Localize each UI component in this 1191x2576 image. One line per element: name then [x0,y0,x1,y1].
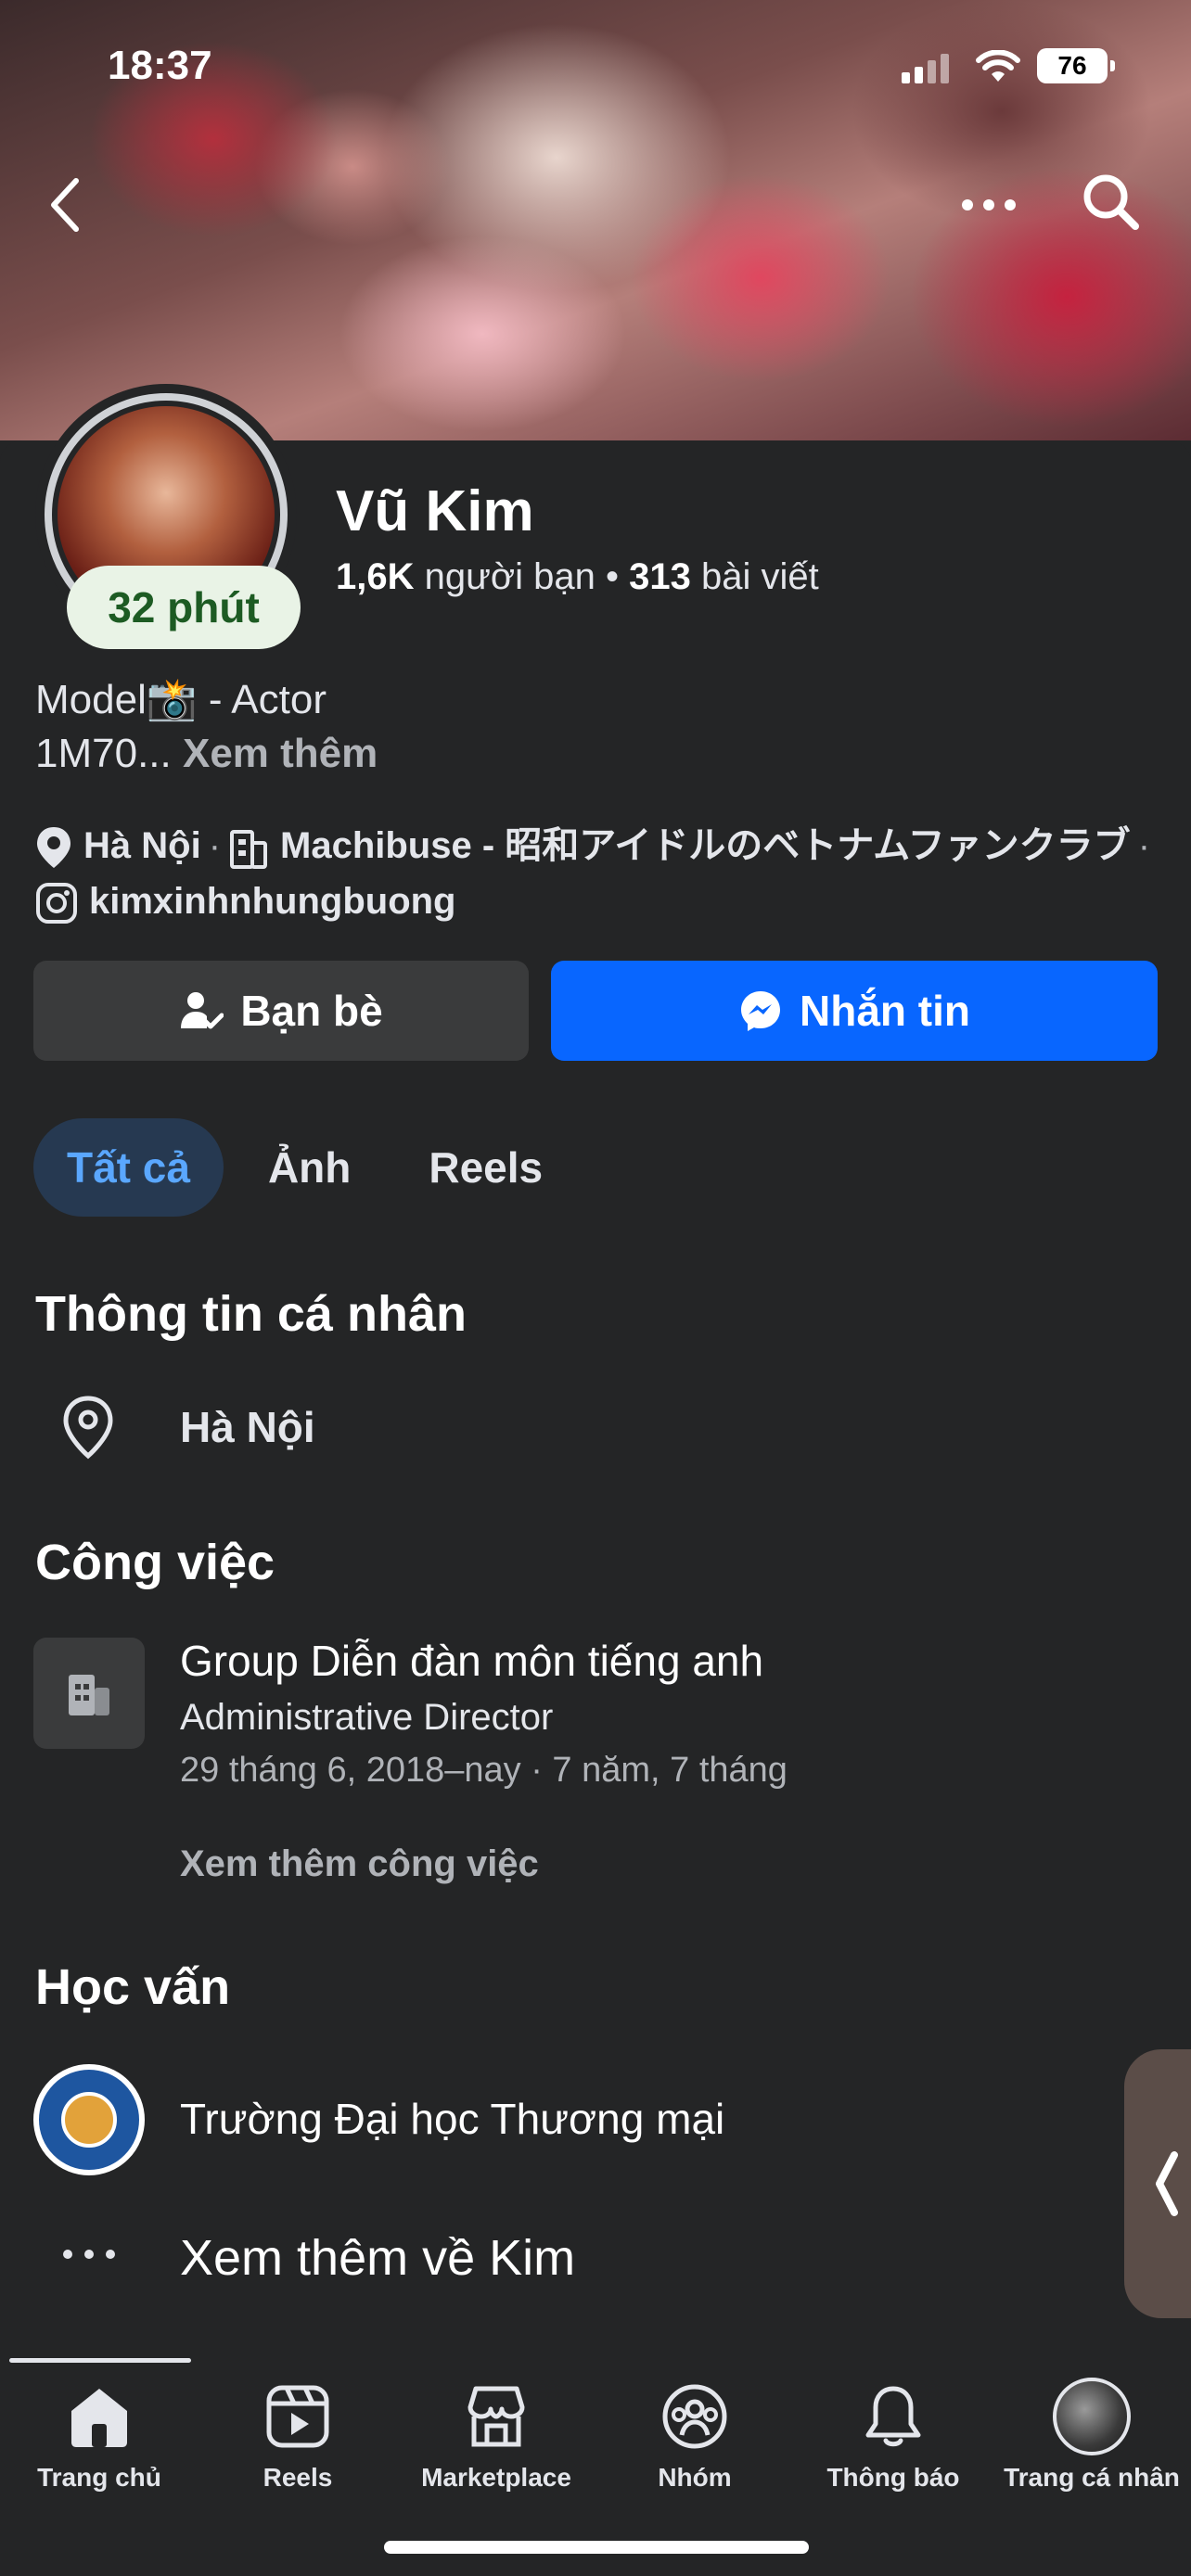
home-icon [71,2389,127,2447]
more-dots-icon [962,199,1016,210]
friends-count: 1,6K [336,556,415,597]
chevron-left-icon [51,178,79,232]
info-city[interactable]: Hà Nội [180,1402,315,1452]
groups-icon [662,2384,727,2449]
search-icon [1083,174,1139,230]
school-logo[interactable] [33,2064,145,2175]
bio-line-2: 1M70... [35,731,172,776]
work-dates: 29 tháng 6, 2018–nay · 7 năm, 7 tháng [180,1751,788,1790]
friend-check-icon [181,992,224,1029]
cellular-signal-icon [902,54,949,83]
work-role: Administrative Director [180,1697,554,1738]
home-indicator [384,2541,809,2554]
instagram-handle[interactable]: kimxinhnhungbuong [89,881,456,922]
more-options-button[interactable] [955,182,1022,228]
tab-all[interactable]: Tất cả [33,1118,224,1217]
tab-reels[interactable]: Reels [395,1118,576,1217]
bio-line-1: Model📸 - Actor [35,677,327,722]
profile-avatar [1053,2378,1131,2455]
messenger-icon [741,991,780,1031]
status-bar: 18:37 76 [0,0,1191,130]
back-button[interactable] [37,172,93,237]
bio-see-more-link[interactable]: Xem thêm [183,731,378,776]
personal-info-title: Thông tin cá nhân [35,1286,467,1342]
instagram-icon [36,883,77,925]
nav-reels[interactable]: Reels [198,2383,397,2493]
nav-groups-label: Nhóm [658,2463,732,2492]
story-time-badge[interactable]: 32 phút [67,566,301,649]
nav-notifications-label: Thông báo [826,2463,960,2492]
message-button[interactable]: Nhắn tin [551,961,1158,1061]
nav-home[interactable]: Trang chủ [0,2383,198,2493]
education-title: Học vấn [35,1959,231,2015]
posts-count: 313 [629,556,691,597]
more-dots-icon [63,2250,115,2259]
nav-reels-label: Reels [263,2463,333,2492]
reels-icon [266,2385,329,2448]
profile-name: Vũ Kim [336,479,534,543]
meta-separator: · [208,825,222,866]
nav-notifications[interactable]: Thông báo [794,2383,992,2493]
bell-icon [865,2386,921,2447]
building-icon [230,830,268,870]
profile-location[interactable]: Hà Nội [83,825,201,866]
profile-tabs: Tất cả Ảnh Reels [33,1118,576,1217]
nav-groups[interactable]: Nhóm [596,2383,794,2493]
nav-marketplace[interactable]: Marketplace [397,2383,596,2493]
building-icon [69,1675,109,1715]
search-button[interactable] [1076,167,1146,237]
nav-profile-label: Trang cá nhân [1004,2463,1180,2492]
nav-active-indicator [9,2358,191,2363]
battery-indicator: 76 [1037,48,1115,83]
location-pin-icon [63,1396,113,1460]
profile-stats[interactable]: 1,6K người bạn • 313 bài viết [336,556,819,598]
tab-photos[interactable]: Ảnh [235,1118,384,1217]
posts-label: bài viết [701,556,819,597]
profile-details: Hà Nội · Machibuse - 昭和アイドルのベトナムファンクラブ ·kim… [35,818,1158,929]
see-more-about-link[interactable]: Xem thêm về Kim [180,2229,575,2287]
work-company[interactable]: Group Diễn đàn môn tiếng anh [180,1636,763,1686]
stats-separator: • [606,556,620,597]
status-time: 18:37 [108,43,212,88]
nav-profile[interactable]: Trang cá nhân [992,2378,1191,2493]
chevron-left-icon [1156,2151,1178,2216]
profile-workplace[interactable]: Machibuse - 昭和アイドルのベトナムファンクラブ [280,825,1131,866]
wifi-icon [976,50,1020,82]
profile-bio: Model📸 - Actor 1M70... Xem thêm [35,673,378,781]
see-more-work-link[interactable]: Xem thêm công việc [180,1843,539,1885]
nav-home-label: Trang chủ [37,2463,161,2492]
location-pin-icon [37,827,70,869]
marketplace-icon [467,2386,525,2447]
friends-button-label: Bạn bè [240,987,383,1035]
school-name[interactable]: Trường Đại học Thương mại [180,2094,724,2144]
meta-separator: · [1137,825,1151,866]
friends-label: người bạn [424,556,596,597]
work-company-logo[interactable] [33,1638,145,1749]
message-button-label: Nhắn tin [800,987,970,1035]
friends-button[interactable]: Bạn bè [33,961,529,1061]
work-title: Công việc [35,1535,275,1590]
side-drawer-handle[interactable] [1124,2049,1191,2318]
nav-marketplace-label: Marketplace [421,2463,571,2492]
